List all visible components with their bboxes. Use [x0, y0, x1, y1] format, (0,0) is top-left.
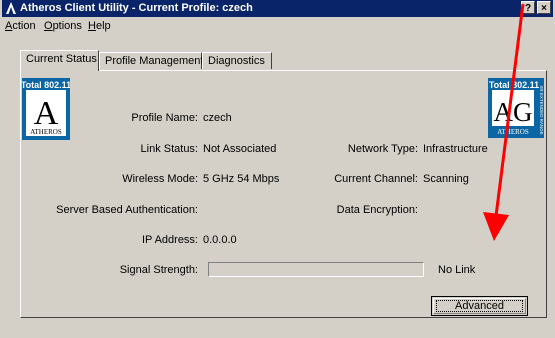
network-type-value: Infrastructure — [423, 143, 488, 155]
menu-bar: Action Options Help — [2, 18, 553, 35]
menu-help[interactable]: Help — [88, 20, 111, 32]
menu-options[interactable]: Options — [44, 20, 82, 32]
menu-options-accel: O — [44, 20, 53, 32]
atheros-logo-icon — [6, 2, 16, 14]
tab-diagnostics[interactable]: Diagnostics — [202, 52, 272, 69]
tab-profile-management[interactable]: Profile Management — [99, 52, 203, 69]
right-logo-bottom: ATHEROS — [497, 128, 529, 136]
title-bar[interactable]: Atheros Client Utility - Current Profile… — [2, 0, 553, 17]
advanced-button-label: Advanced — [455, 300, 504, 312]
menu-action[interactable]: Action — [5, 20, 36, 32]
window-title: Atheros Client Utility - Current Profile… — [20, 2, 253, 14]
link-status-value: Not Associated — [203, 143, 277, 155]
total-80211-ag-logo: Total 802.11 AG ATHEROS XR EXTENDED RANG… — [488, 78, 544, 138]
server-auth-label: Server Based Authentication: — [56, 204, 198, 216]
data-encryption-label: Data Encryption: — [336, 204, 418, 216]
menu-help-label: elp — [95, 20, 111, 32]
link-status-label: Link Status: — [140, 143, 198, 155]
current-status-panel — [20, 70, 547, 318]
ip-address-value: 0.0.0.0 — [203, 234, 237, 246]
wireless-mode-label: Wireless Mode: — [122, 173, 198, 185]
right-logo-big: AG — [494, 97, 533, 127]
signal-strength-value: No Link — [438, 264, 476, 276]
current-channel-label: Current Channel: — [334, 173, 418, 185]
menu-action-label: ction — [12, 20, 36, 32]
total-80211-a-logo: Total 802.11 A ATHEROS — [22, 78, 70, 140]
menu-help-accel: H — [88, 20, 96, 32]
tab-current-status[interactable]: Current Status — [20, 50, 99, 71]
signal-strength-bar — [208, 262, 424, 277]
app-window: Atheros Client Utility - Current Profile… — [0, 0, 555, 338]
profile-name-label: Profile Name: — [131, 112, 198, 124]
right-logo-top: Total 802.11 — [489, 80, 539, 90]
network-type-label: Network Type: — [347, 143, 418, 155]
menu-options-label: ptions — [52, 20, 82, 32]
current-channel-value: Scanning — [423, 173, 469, 185]
left-logo-bottom: ATHEROS — [30, 128, 62, 136]
left-logo-top: Total 802.11 — [22, 80, 70, 90]
left-logo-big: A — [34, 95, 59, 132]
advanced-button[interactable]: Advanced — [431, 296, 528, 316]
right-logo-side: XR EXTENDED RANGE — [539, 85, 544, 134]
ip-address-label: IP Address: — [141, 234, 198, 246]
signal-strength-label: Signal Strength: — [119, 264, 198, 276]
profile-name-value: czech — [203, 112, 232, 124]
close-button[interactable]: × — [537, 1, 551, 14]
wireless-mode-value: 5 GHz 54 Mbps — [203, 173, 280, 185]
help-button[interactable]: ? — [521, 1, 535, 14]
